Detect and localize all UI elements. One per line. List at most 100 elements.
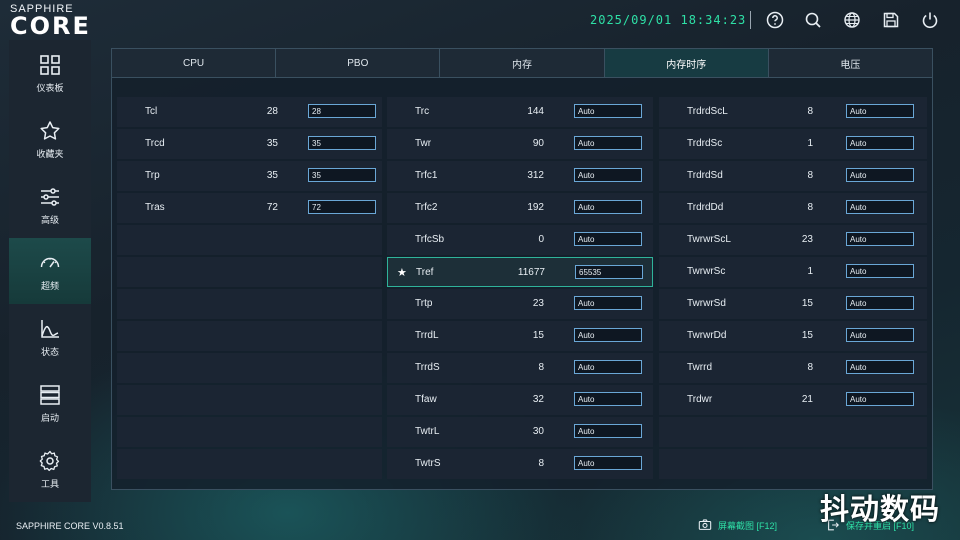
timing-current-value: 8 (807, 170, 813, 181)
sidebar-item-tools[interactable]: 工具 (9, 436, 91, 502)
timing-name: TwtrL (415, 426, 440, 437)
timing-input-field[interactable]: Auto (574, 424, 642, 438)
timing-input-field[interactable]: Auto (846, 200, 914, 214)
empty-row (659, 449, 927, 479)
sidebar-item-overclock[interactable]: 超频 (9, 238, 91, 304)
sidebar-item-advanced[interactable]: 高级 (9, 172, 91, 238)
sidebar-item-label: 高级 (40, 214, 59, 225)
sidebar-item-status[interactable]: 状态 (9, 304, 91, 370)
timing-current-value: 11677 (517, 267, 545, 278)
power-icon[interactable] (920, 10, 940, 30)
timing-current-value: 8 (807, 202, 813, 213)
sidebar: 仪表板 收藏夹 高级 超频 状态 启动 工具 (9, 40, 91, 502)
timing-row-twr: Twr 90 Auto (387, 129, 653, 159)
timing-current-value: 15 (532, 330, 544, 341)
timing-current-value: 23 (801, 234, 813, 245)
sapphire-core-logo: SAPPHIRE CORE (10, 3, 120, 40)
timing-input-field[interactable]: Auto (574, 456, 642, 470)
watermark-text: 抖动数码 (820, 494, 941, 526)
timing-input-field[interactable]: 35 (308, 168, 376, 182)
timing-input-field[interactable]: Auto (846, 232, 914, 246)
timing-input-field[interactable]: Auto (846, 392, 914, 406)
timing-input-field[interactable]: Auto (574, 168, 642, 182)
search-icon[interactable] (803, 10, 823, 30)
save-icon[interactable] (881, 10, 901, 30)
timing-name: TrdrdDd (687, 202, 724, 213)
timing-current-value: 32 (532, 394, 544, 405)
brand-main-text: CORE (10, 12, 91, 40)
tab-memory[interactable]: 内存 (440, 49, 605, 77)
camera-icon (698, 519, 712, 530)
timing-row-trdrdsc: TrdrdSc 1 Auto (659, 129, 927, 159)
timing-input-field[interactable]: Auto (846, 360, 914, 374)
timing-input-field[interactable]: Auto (574, 360, 642, 374)
sidebar-item-boot[interactable]: 启动 (9, 370, 91, 436)
gear-icon (39, 450, 60, 471)
sliders-icon (41, 187, 59, 206)
timing-row-trtp: Trtp 23 Auto (387, 289, 653, 319)
timing-row-tras: Tras 72 72 (117, 193, 382, 223)
timing-current-value: 0 (538, 234, 544, 245)
sidebar-item-label: 工具 (40, 478, 59, 489)
timing-current-value: 312 (527, 170, 544, 181)
tab-cpu[interactable]: CPU (112, 49, 277, 77)
timing-row-trc: Trc 144 Auto (387, 97, 653, 127)
timing-current-value: 35 (266, 170, 278, 181)
sidebar-item-label: 超频 (40, 280, 59, 291)
timing-current-value: 90 (532, 138, 544, 149)
tab-bar: CPU PBO 内存 内存时序 电压 (112, 49, 933, 78)
timing-name: Tcl (145, 106, 158, 117)
timing-current-value: 72 (266, 202, 278, 213)
timing-row-trfc2: Trfc2 192 Auto (387, 193, 653, 223)
timing-input-field[interactable]: Auto (846, 136, 914, 150)
sidebar-item-favorites[interactable]: 收藏夹 (9, 106, 91, 172)
timing-input-field[interactable]: 72 (308, 200, 376, 214)
timing-row-trdrdsd: TrdrdSd 8 Auto (659, 161, 927, 191)
help-icon[interactable] (765, 10, 785, 30)
timing-input-field[interactable]: 28 (308, 104, 376, 118)
timing-name: TrfcSb (415, 234, 445, 245)
timing-input-field[interactable]: Auto (846, 168, 914, 182)
empty-row (117, 417, 382, 447)
timing-name: TrdrdSc (687, 138, 723, 149)
timing-current-value: 21 (801, 394, 813, 405)
timing-row-twrwrdd: TwrwrDd 15 Auto (659, 321, 927, 351)
globe-icon[interactable] (842, 10, 862, 30)
timing-input-field[interactable]: Auto (846, 328, 914, 342)
timing-input-field[interactable]: Auto (574, 104, 642, 118)
timing-input-field[interactable]: Auto (846, 264, 914, 278)
timing-name: Tras (145, 202, 165, 213)
timing-row-tcl: Tcl 28 28 (117, 97, 382, 127)
empty-row (117, 385, 382, 415)
timing-input-field[interactable]: Auto (574, 200, 642, 214)
memory-timing-panel: CPU PBO 内存 内存时序 电压 Tcl 28 28 Trcd 35 35 Trp 35 3… (111, 48, 933, 490)
sidebar-item-dashboard[interactable]: 仪表板 (9, 40, 91, 106)
timing-name: Twrrd (687, 362, 712, 373)
timing-name: TrrdL (415, 330, 439, 341)
tab-pbo[interactable]: PBO (276, 49, 441, 77)
sidebar-item-label: 仪表板 (36, 82, 64, 93)
timing-input-field[interactable]: Auto (574, 392, 642, 406)
timing-input-field[interactable]: Auto (846, 296, 914, 310)
screenshot-label: 屏幕截图 (718, 520, 755, 531)
timing-row-tref: ★ Tref 11677 65535 (387, 257, 653, 287)
timing-input-field[interactable]: Auto (574, 296, 642, 310)
timing-current-value: 8 (807, 362, 813, 373)
timing-input-field[interactable]: 65535 (575, 265, 643, 279)
favorite-star-icon[interactable]: ★ (397, 266, 407, 279)
tab-memory-timing[interactable]: 内存时序 (604, 49, 769, 77)
timing-current-value: 30 (532, 426, 544, 437)
timing-input-field[interactable]: 35 (308, 136, 376, 150)
timing-name: Trcd (145, 138, 165, 149)
timing-input-field[interactable]: Auto (574, 232, 642, 246)
empty-row (117, 225, 382, 255)
timing-input-field[interactable]: Auto (574, 136, 642, 150)
screenshot-button[interactable]: 屏幕截图 [F12] (698, 518, 777, 532)
empty-row (117, 321, 382, 351)
timing-input-field[interactable]: Auto (846, 104, 914, 118)
tab-voltage[interactable]: 电压 (768, 49, 933, 77)
timing-current-value: 192 (527, 202, 544, 213)
timing-current-value: 1 (807, 138, 813, 149)
timing-input-field[interactable]: Auto (574, 328, 642, 342)
server-icon (40, 384, 60, 405)
